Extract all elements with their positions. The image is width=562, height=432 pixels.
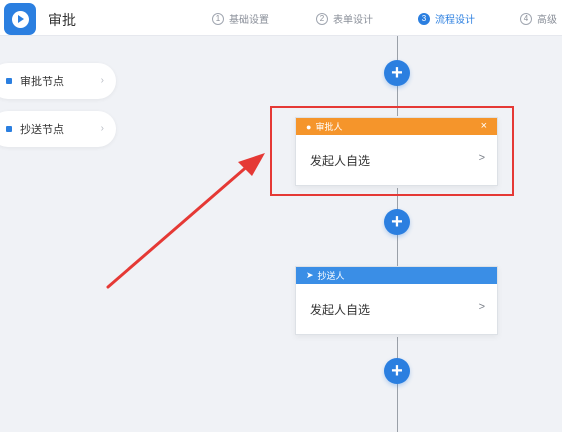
annotation-arrow [106,153,265,289]
